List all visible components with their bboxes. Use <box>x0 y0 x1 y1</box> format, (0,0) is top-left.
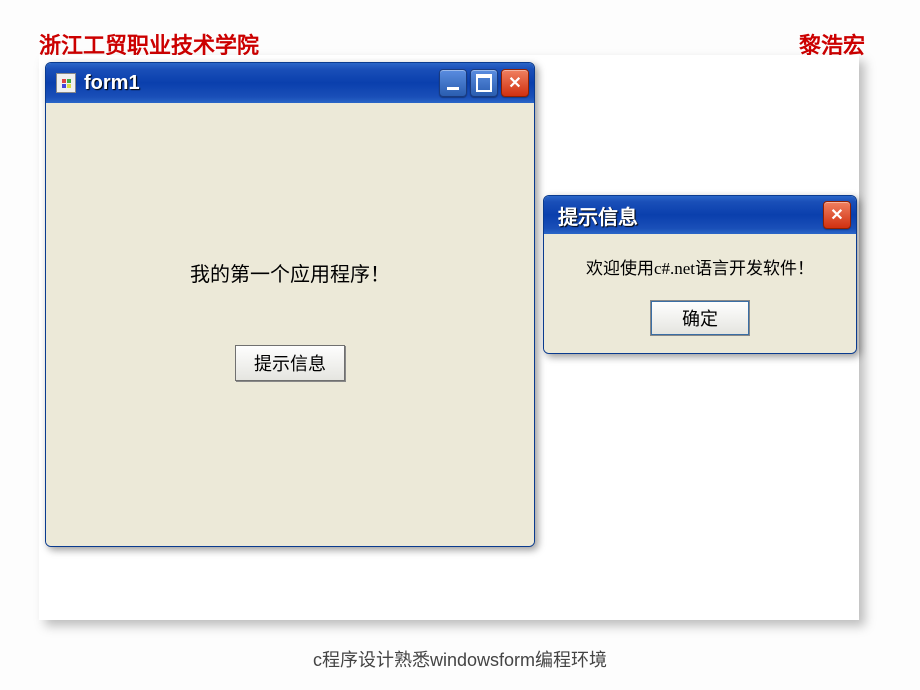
dialog-titlebar-controls <box>823 201 851 229</box>
messagebox-dialog: 提示信息 欢迎使用c#.net语言开发软件！ 确定 <box>543 195 857 354</box>
main-titlebar[interactable]: form1 <box>46 63 534 103</box>
slide-footer-caption: c程序设计熟悉windowsform编程环境 <box>313 646 607 672</box>
dialog-title: 提示信息 <box>558 201 823 230</box>
main-form-window: form1 我的第一个应用程序！ 提示信息 <box>45 62 535 547</box>
main-window-title: form1 <box>84 72 439 95</box>
dialog-message: 欢迎使用c#.net语言开发软件！ <box>558 254 842 279</box>
titlebar-controls <box>439 69 529 97</box>
dialog-close-button[interactable] <box>823 201 851 229</box>
show-prompt-button[interactable]: 提示信息 <box>235 345 345 381</box>
app-icon <box>56 73 76 93</box>
minimize-button[interactable] <box>439 69 467 97</box>
dialog-titlebar[interactable]: 提示信息 <box>544 196 856 234</box>
dialog-body: 欢迎使用c#.net语言开发软件！ 确定 <box>544 234 856 353</box>
ok-button[interactable]: 确定 <box>651 301 749 335</box>
main-message-label: 我的第一个应用程序！ <box>46 258 534 287</box>
maximize-button[interactable] <box>470 69 498 97</box>
close-button[interactable] <box>501 69 529 97</box>
main-window-body: 我的第一个应用程序！ 提示信息 <box>46 103 534 546</box>
